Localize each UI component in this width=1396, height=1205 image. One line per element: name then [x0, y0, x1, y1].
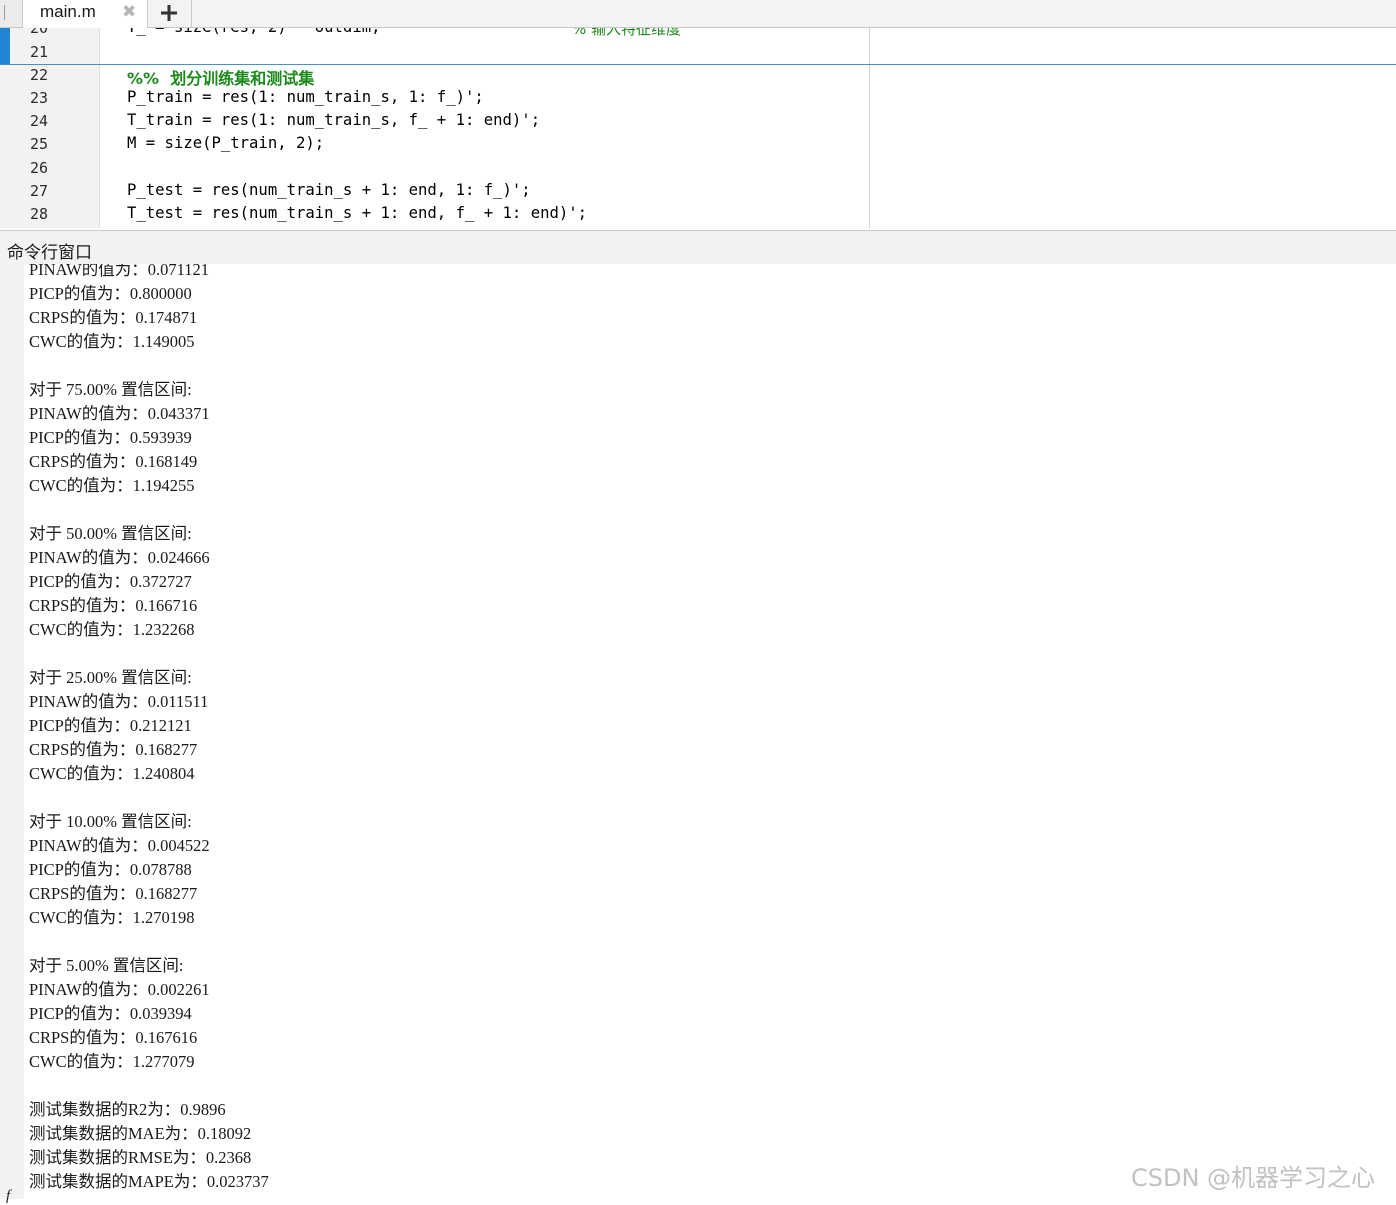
output-line: CWC的值为：1.277079 [29, 1052, 195, 1071]
output-line: 对于 10.00% 置信区间: [29, 812, 192, 831]
code-line[interactable]: 21 [0, 41, 869, 64]
line-number: 21 [30, 43, 49, 61]
line-number: 20 [30, 28, 49, 37]
code-line[interactable]: 22 %% 划分训练集和测试集 [0, 64, 869, 88]
line-number: 23 [30, 89, 49, 107]
output-line: CRPS的值为：0.167616 [29, 1028, 198, 1047]
line-number: 24 [30, 112, 49, 130]
section-comment: %% 划分训练集和测试集 [127, 69, 315, 88]
code-line[interactable]: 26 [0, 157, 869, 180]
output-line: PINAW的值为：0.002261 [29, 980, 210, 999]
tab-overflow-handle[interactable] [0, 0, 23, 27]
output-line: CWC的值为：1.232268 [29, 620, 195, 639]
code-line[interactable]: 24 T_train = res(1: num_train_s, f_ + 1:… [0, 110, 869, 133]
output-line: PINAW的值为：0.024666 [29, 548, 210, 567]
output-line: PICP的值为：0.372727 [29, 572, 192, 591]
output-line: PINAW的值为：0.043371 [29, 404, 210, 423]
code-editor[interactable]: 20 T_ = size(res, 2) - outdim; % 输入特征维度 … [0, 28, 1396, 228]
output-line: 对于 75.00% 置信区间: [29, 380, 192, 399]
editor-tab-bar: main.m ✖ [0, 0, 1396, 28]
code-comment: % 输入特征维度 [572, 28, 682, 38]
output-line: 测试集数据的MAE为：0.18092 [29, 1124, 252, 1143]
output-line: PICP的值为：0.800000 [29, 284, 192, 303]
output-line: 对于 25.00% 置信区间: [29, 668, 192, 687]
code-line[interactable]: 25 M = size(P_train, 2); [0, 133, 869, 156]
output-line: CRPS的值为：0.168277 [29, 884, 198, 903]
new-tab-button[interactable] [148, 0, 192, 27]
output-line: PINAW的值为：0.004522 [29, 836, 210, 855]
line-number: 25 [30, 135, 49, 153]
csdn-watermark: CSDN @机器学习之心 [1131, 1164, 1376, 1192]
command-window-title: 命令行窗口 [7, 243, 92, 263]
output-line: CRPS的值为：0.174871 [29, 308, 198, 327]
output-line: CWC的值为：1.270198 [29, 908, 195, 927]
output-line: 测试集数据的RMSE为：0.2368 [29, 1148, 252, 1167]
output-line: CWC的值为：1.240804 [29, 764, 195, 783]
code-text: P_test = res(num_train_s + 1: end, 1: f_… [127, 181, 531, 199]
output-line: CRPS的值为：0.168277 [29, 740, 198, 759]
line-number: 26 [30, 159, 49, 177]
code-line[interactable]: 27 P_test = res(num_train_s + 1: end, 1:… [0, 180, 869, 203]
command-prompt[interactable]: f [6, 1188, 10, 1205]
output-line: 对于 50.00% 置信区间: [29, 524, 192, 543]
code-text: T_test = res(num_train_s + 1: end, f_ + … [127, 204, 588, 222]
output-line: 对于 5.00% 置信区间: [29, 956, 184, 975]
code-text: T_train = res(1: num_train_s, f_ + 1: en… [127, 111, 541, 129]
output-line: PICP的值为：0.212121 [29, 716, 192, 735]
output-line: PINAW的值为：0.071121 [29, 264, 210, 279]
output-line: PINAW的值为：0.011511 [29, 692, 209, 711]
output-line: CRPS的值为：0.166716 [29, 596, 198, 615]
line-number: 22 [30, 66, 49, 84]
code-line[interactable]: 23 P_train = res(1: num_train_s, 1: f_)'… [0, 87, 869, 110]
close-icon[interactable]: ✖ [122, 2, 136, 22]
output-line: PICP的值为：0.039394 [29, 1004, 192, 1023]
code-text: P_train = res(1: num_train_s, 1: f_)'; [127, 88, 484, 106]
output-line: 测试集数据的MAPE为：0.023737 [29, 1172, 269, 1191]
output-line: CRPS的值为：0.168149 [29, 452, 198, 471]
plus-icon [161, 5, 177, 21]
code-line[interactable]: 28 T_test = res(num_train_s + 1: end, f_… [0, 203, 869, 226]
code-text: M = size(P_train, 2); [127, 134, 325, 152]
grip-icon [4, 5, 5, 20]
tab-label: main.m [40, 2, 96, 21]
output-line: PICP的值为：0.078788 [29, 860, 192, 879]
line-number: 28 [30, 205, 49, 223]
code-line[interactable]: 20 T_ = size(res, 2) - outdim; % 输入特征维度 [0, 28, 869, 40]
command-window-gutter [0, 264, 24, 1199]
output-line: CWC的值为：1.194255 [29, 476, 195, 495]
right-margin-rule [869, 28, 870, 228]
line-number: 27 [30, 182, 49, 200]
output-line: PICP的值为：0.593939 [29, 428, 192, 447]
output-line: 测试集数据的R2为：0.9896 [29, 1100, 226, 1119]
tab-main-m[interactable]: main.m ✖ [23, 0, 148, 28]
command-window-header[interactable]: 命令行窗口 [0, 230, 1396, 265]
code-text: T_ = size(res, 2) - outdim; [127, 28, 380, 36]
command-window-output[interactable]: PINAW的值为：0.071121 PICP的值为：0.800000 CRPS的值为… [0, 264, 1396, 1199]
output-line: CWC的值为：1.149005 [29, 332, 195, 351]
